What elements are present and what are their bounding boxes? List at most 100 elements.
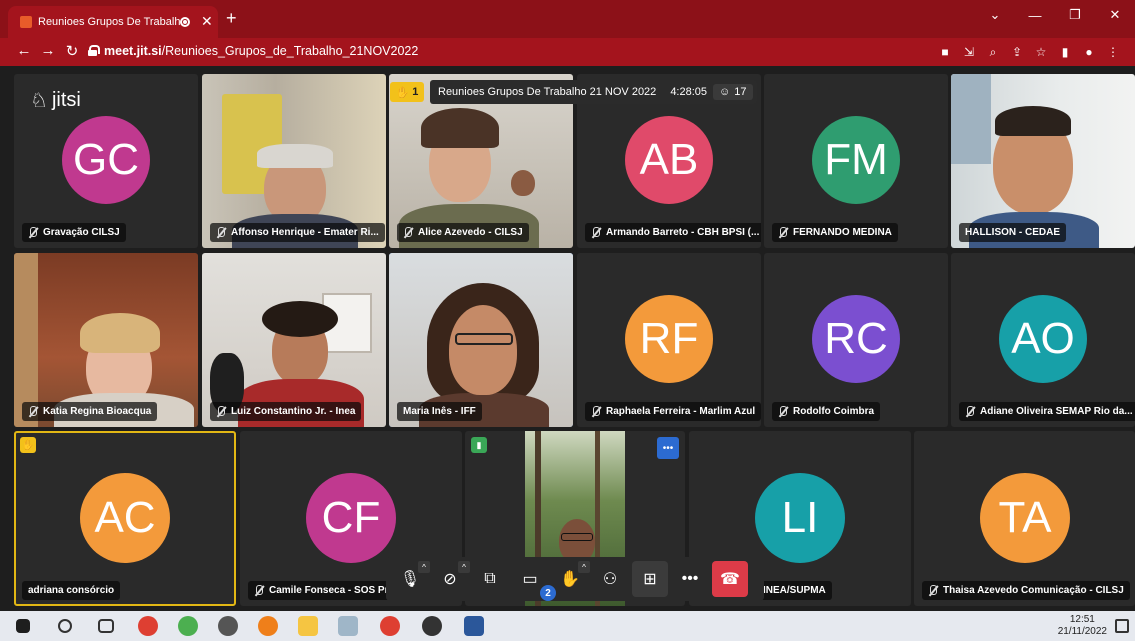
participant-tile[interactable]: Katia Regina Bioacqua bbox=[14, 253, 198, 427]
participant-tile[interactable]: Affonso Henrique - Emater Ri... bbox=[202, 74, 386, 248]
start-button-icon[interactable] bbox=[16, 619, 30, 633]
jitsi-logo: ♘ jitsi bbox=[30, 88, 81, 113]
participant-tile[interactable]: AO Adiane Oliveira SEMAP Rio da... bbox=[951, 253, 1135, 427]
reactions-caret[interactable]: ^ bbox=[578, 561, 590, 573]
chat-unread-badge: 2 bbox=[540, 585, 556, 601]
minimize-button[interactable]: — bbox=[1015, 0, 1055, 30]
restore-button[interactable]: ❐ bbox=[1055, 0, 1095, 30]
participant-name-text: Raphaela Ferreira - Marlim Azul bbox=[606, 406, 756, 417]
participant-tile[interactable]: RC Rodolfo Coimbra bbox=[764, 253, 948, 427]
app2-icon[interactable] bbox=[422, 616, 442, 636]
meeting-toolbar: 🎙 ^ ⊘ ^ ⧉ ▭ ✋ ^ ⚇ ⊞ ••• ☎ bbox=[386, 557, 764, 601]
participant-name: HALLISON - CEDAE bbox=[959, 223, 1066, 242]
camera-icon[interactable]: ■ bbox=[933, 43, 957, 61]
connection-indicator-icon[interactable]: ▮ bbox=[471, 437, 487, 453]
mic-options-caret[interactable]: ^ bbox=[418, 561, 430, 573]
conference-info-bar: Reunioes Grupos De Trabalho 21 NOV 2022 … bbox=[430, 80, 757, 104]
mic-muted-icon bbox=[216, 226, 226, 239]
file-explorer-icon[interactable] bbox=[298, 616, 318, 636]
screenshare-button[interactable]: ⧉ bbox=[472, 561, 508, 597]
clock-date: 21/11/2022 bbox=[1057, 626, 1107, 637]
raised-hands-badge[interactable]: ✋ 1 bbox=[390, 82, 424, 102]
firefox-icon[interactable] bbox=[258, 616, 278, 636]
tab-search-icon[interactable]: ⌄ bbox=[975, 0, 1015, 30]
menu-kebab-icon[interactable]: ⋮ bbox=[1101, 43, 1125, 61]
url-path: /Reunioes_Grupos_de_Trabalho_21NOV2022 bbox=[161, 44, 419, 58]
participants-button[interactable]: ⚇ bbox=[592, 561, 628, 597]
participant-name: Armando Barreto - CBH BPSI (... bbox=[585, 223, 761, 242]
new-tab-button[interactable]: + bbox=[226, 8, 237, 29]
browser-actions: ■ ⇲ ⌕ ⇪ ☆ ▮ ● ⋮ bbox=[933, 43, 1125, 61]
qgis-icon[interactable] bbox=[178, 616, 198, 636]
participant-name-text: Adiane Oliveira SEMAP Rio da... bbox=[980, 406, 1133, 417]
close-window-button[interactable]: ✕ bbox=[1095, 0, 1135, 30]
install-icon[interactable]: ⇲ bbox=[957, 43, 981, 61]
chrome-active-icon[interactable] bbox=[380, 616, 400, 636]
participant-name: Luiz Constantino Jr. - Inea bbox=[210, 402, 362, 421]
participant-name: Camile Fonseca - SOS Pra bbox=[248, 581, 401, 600]
participant-name-text: INEA/SUPMA bbox=[763, 585, 826, 596]
system-clock[interactable]: 12:51 21/11/2022 bbox=[1058, 614, 1107, 638]
app-icon[interactable] bbox=[218, 616, 238, 636]
microphone-button[interactable]: 🎙 ^ bbox=[392, 561, 430, 597]
reload-button[interactable]: ↻ bbox=[62, 42, 82, 60]
camera-off-icon: ⊘ bbox=[443, 571, 457, 588]
participant-name: Maria Inês - IFF bbox=[397, 402, 482, 421]
hangup-button[interactable]: ☎ bbox=[712, 561, 748, 597]
word-icon[interactable] bbox=[464, 616, 484, 636]
back-button[interactable]: ← bbox=[14, 42, 34, 59]
task-view-icon[interactable] bbox=[98, 619, 114, 633]
participant-name: Thaisa Azevedo Comunicação - CILSJ bbox=[922, 581, 1130, 600]
photos-icon[interactable] bbox=[338, 616, 358, 636]
participant-name: Katia Regina Bioacqua bbox=[22, 402, 158, 421]
forward-button[interactable]: → bbox=[38, 42, 58, 59]
share-icon[interactable]: ⇪ bbox=[1005, 43, 1029, 61]
participant-tile[interactable]: FM FERNANDO MEDINA bbox=[764, 74, 948, 248]
site-favicon-icon bbox=[20, 16, 32, 28]
camera-options-caret[interactable]: ^ bbox=[458, 561, 470, 573]
tab-title: Reunioes Grupos De Trabalh bbox=[38, 16, 181, 28]
participant-tile[interactable]: TA Thaisa Azevedo Comunicação - CILSJ bbox=[914, 431, 1135, 606]
more-actions-button[interactable]: ••• bbox=[672, 561, 708, 597]
notifications-icon[interactable] bbox=[1115, 619, 1129, 633]
participant-name-text: Alice Azevedo - CILSJ bbox=[418, 227, 523, 238]
camera-button[interactable]: ⊘ ^ bbox=[432, 561, 470, 597]
raise-hand-icon: ✋ bbox=[560, 571, 580, 588]
url-host: meet.jit.si bbox=[104, 44, 162, 58]
zoom-icon[interactable]: ⌕ bbox=[981, 43, 1005, 61]
browser-tab-bar: Reunioes Grupos De Trabalh ✕ + ⌄ — ❐ ✕ bbox=[0, 0, 1135, 38]
chrome-icon[interactable] bbox=[138, 616, 158, 636]
recording-indicator-icon bbox=[180, 17, 190, 27]
raised-hand-icon: ✋ bbox=[395, 86, 410, 99]
participant-tile[interactable]: Luiz Constantino Jr. - Inea bbox=[202, 253, 386, 427]
browser-tab[interactable]: Reunioes Grupos De Trabalh ✕ bbox=[8, 6, 218, 38]
more-options-icon[interactable]: ••• bbox=[657, 437, 679, 459]
mic-muted-icon bbox=[28, 405, 38, 418]
sidepanel-icon[interactable]: ▮ bbox=[1053, 43, 1077, 61]
participant-tile[interactable]: HALLISON - CEDAE bbox=[951, 74, 1135, 248]
url-field[interactable]: meet.jit.si/Reunioes_Grupos_de_Trabalho_… bbox=[104, 44, 418, 58]
lock-icon bbox=[88, 45, 100, 56]
avatar: LI bbox=[755, 473, 845, 563]
search-icon[interactable] bbox=[58, 619, 72, 633]
more-icon: ••• bbox=[681, 570, 699, 587]
chat-icon: ▭ bbox=[522, 571, 538, 588]
participant-tile[interactable]: RF Raphaela Ferreira - Marlim Azul bbox=[577, 253, 761, 427]
mic-muted-icon bbox=[28, 226, 38, 239]
participant-tile-hand-raised[interactable]: ✋ AC adriana consórcio bbox=[14, 431, 236, 606]
raise-hand-button[interactable]: ✋ ^ bbox=[552, 561, 590, 597]
close-tab-icon[interactable]: ✕ bbox=[201, 13, 213, 30]
profile-avatar[interactable]: ● bbox=[1077, 43, 1101, 61]
raised-hands-count: 1 bbox=[412, 86, 419, 98]
participants-count-badge[interactable]: ☺ 17 bbox=[713, 84, 753, 100]
participant-tile-active-speaker[interactable]: Maria Inês - IFF bbox=[389, 253, 573, 427]
avatar: AO bbox=[999, 295, 1087, 383]
bookmark-star-icon[interactable]: ☆ bbox=[1029, 43, 1053, 61]
avatar: TA bbox=[980, 473, 1070, 563]
participant-video bbox=[389, 253, 573, 427]
participant-video bbox=[14, 253, 198, 427]
participant-name-text: HALLISON - CEDAE bbox=[965, 227, 1060, 238]
tile-view-button[interactable]: ⊞ bbox=[632, 561, 668, 597]
participant-name-text: Thaisa Azevedo Comunicação - CILSJ bbox=[943, 585, 1124, 596]
mic-muted-icon bbox=[254, 584, 264, 597]
